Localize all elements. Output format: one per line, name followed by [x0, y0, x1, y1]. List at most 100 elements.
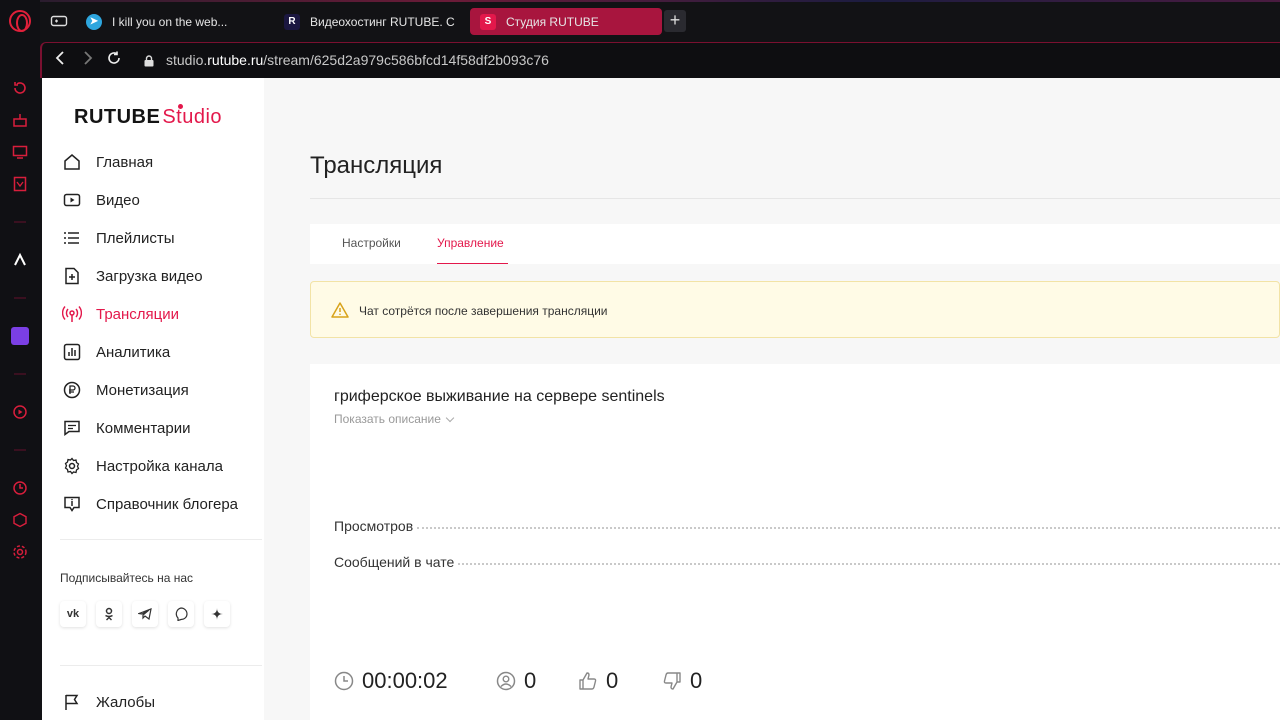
- title-divider: [310, 198, 1280, 199]
- reload-icon: [108, 51, 120, 64]
- settings-gear-icon[interactable]: [10, 542, 30, 562]
- sidebar-item-label: Видео: [96, 191, 140, 209]
- sidebar-item-label: Аналитика: [96, 343, 171, 361]
- stream-card: гриферское выживание на сервере sentinel…: [310, 364, 1280, 720]
- dzen-icon[interactable]: [204, 601, 230, 627]
- rail-divider: [14, 449, 26, 451]
- browser-tab[interactable]: ➤ I kill you on the web...: [76, 8, 264, 35]
- analytics-icon: [62, 342, 82, 362]
- likes-counter: 0: [578, 668, 618, 694]
- browser-sidebar: [0, 0, 40, 720]
- gear-icon: [62, 456, 82, 476]
- viewer-icon: [496, 671, 516, 691]
- page-title: Трансляция: [310, 152, 443, 179]
- tab-title: Видеохостинг RUTUBE. С: [310, 14, 455, 29]
- back-button[interactable]: [50, 51, 70, 71]
- ruble-icon: [62, 380, 82, 400]
- tab-management[interactable]: Управление: [437, 236, 504, 250]
- calculator-icon[interactable]: [10, 174, 30, 194]
- aria-icon[interactable]: [10, 250, 30, 270]
- sidebar-item-analytics[interactable]: Аналитика: [62, 339, 170, 365]
- dislikes-value: 0: [690, 668, 703, 693]
- monitor-icon[interactable]: [10, 142, 30, 162]
- sidebar-item-comments[interactable]: Комментарии: [62, 415, 190, 441]
- dotted-leader: [417, 527, 1280, 529]
- sidebar-item-label: Справочник блогера: [96, 495, 239, 513]
- broadcast-icon: [62, 304, 82, 324]
- sidebar-divider: [60, 665, 262, 666]
- stat-label: Сообщений в чате: [334, 554, 455, 570]
- player-icon[interactable]: [10, 402, 30, 422]
- stat-label: Просмотров: [334, 518, 414, 534]
- new-tab-button[interactable]: +: [664, 10, 686, 32]
- dotted-leader: [458, 563, 1280, 565]
- video-icon: [62, 190, 82, 210]
- show-description-toggle[interactable]: Показать описание: [334, 412, 455, 426]
- logo-dot: [178, 104, 183, 109]
- sidebar-item-label: Настройка канала: [96, 457, 223, 475]
- tabs-card: Настройки Управление: [310, 224, 1280, 264]
- sidebar-item-upload[interactable]: Загрузка видео: [62, 263, 203, 289]
- sidebar-item-blogger-guide[interactable]: Справочник блогера: [62, 491, 238, 517]
- reload-button[interactable]: [104, 51, 124, 71]
- sidebar-item-channel-settings[interactable]: Настройка канала: [62, 453, 223, 479]
- clock-icon: [334, 671, 354, 691]
- duration-counter: 00:00:02: [334, 668, 448, 694]
- follow-us-label: Подписывайтесь на нас: [60, 571, 194, 585]
- history-icon[interactable]: [10, 478, 30, 498]
- sidebar-item-label: Трансляции: [96, 305, 180, 323]
- vk-icon[interactable]: vk: [60, 601, 86, 627]
- extensions-cube-icon[interactable]: [10, 510, 30, 530]
- url-prefix: studio.: [166, 52, 208, 68]
- rail-divider: [14, 297, 26, 299]
- refresh-sync-icon[interactable]: [10, 78, 30, 98]
- sidebar-item-video[interactable]: Видео: [62, 187, 140, 213]
- telegram-icon[interactable]: [132, 601, 158, 627]
- rail-divider: [14, 221, 26, 223]
- sidebar-divider: [60, 539, 262, 540]
- url-field[interactable]: studio.rutube.ru/stream/625d2a979c586bfc…: [166, 52, 549, 68]
- url-domain: rutube.ru: [207, 52, 264, 68]
- duration-value: 00:00:02: [362, 668, 448, 693]
- cake-icon[interactable]: [10, 110, 30, 130]
- telegram-icon: ➤: [86, 13, 102, 30]
- forward-button[interactable]: [78, 51, 98, 71]
- sidebar-item-playlists[interactable]: Плейлисты: [62, 225, 175, 251]
- gamepad-icon[interactable]: [50, 12, 68, 30]
- opera-logo-icon[interactable]: [9, 10, 31, 32]
- chevron-down-icon: [445, 413, 455, 423]
- sidebar-item-home[interactable]: Главная: [62, 149, 153, 175]
- rail-divider: [14, 373, 26, 375]
- sidebar-item-broadcasts[interactable]: Трансляции: [62, 301, 179, 327]
- comments-icon: [62, 418, 82, 438]
- sidebar-item-monetization[interactable]: Монетизация: [62, 377, 189, 403]
- sidebar-item-label: Главная: [96, 153, 154, 171]
- lock-icon[interactable]: [144, 54, 154, 67]
- flag-icon: [62, 692, 82, 712]
- likes-value: 0: [606, 668, 619, 693]
- url-path: /stream/625d2a979c586bfcd14f58df2b093c76: [263, 52, 549, 68]
- sidebar-item-complaints[interactable]: Жалобы: [62, 689, 155, 715]
- sidebar-item-label: Жалобы: [96, 693, 155, 711]
- ok-icon[interactable]: [96, 601, 122, 627]
- browser-tab[interactable]: R Видеохостинг RUTUBE. С: [274, 8, 466, 35]
- info-icon: [62, 494, 82, 514]
- chat-warning-banner: Чат сотрётся после завершения трансляции: [310, 281, 1280, 338]
- rutube-icon: R: [284, 13, 300, 30]
- forward-arrow-icon: [84, 51, 93, 65]
- logo-studio: Studio: [162, 106, 223, 128]
- stream-title: гриферское выживание на сервере sentinel…: [334, 388, 665, 405]
- rutube-studio-logo[interactable]: RUTUBE Studio: [74, 104, 223, 129]
- back-arrow-icon: [55, 51, 64, 65]
- tab-settings[interactable]: Настройки: [342, 236, 401, 250]
- thumbs-up-icon: [578, 671, 598, 691]
- dislikes-counter: 0: [662, 668, 702, 694]
- twitch-icon[interactable]: [10, 326, 30, 346]
- show-description-label: Показать описание: [334, 412, 441, 426]
- browser-tab-active[interactable]: S Студия RUTUBE: [470, 8, 662, 35]
- warning-text: Чат сотрётся после завершения трансляции: [359, 304, 608, 318]
- address-bar: studio.rutube.ru/stream/625d2a979c586bfc…: [40, 42, 1280, 78]
- viber-icon[interactable]: [168, 601, 194, 627]
- main-content: Трансляция Настройки Управление Чат сотр…: [310, 78, 1280, 720]
- thumbs-down-icon: [662, 671, 682, 691]
